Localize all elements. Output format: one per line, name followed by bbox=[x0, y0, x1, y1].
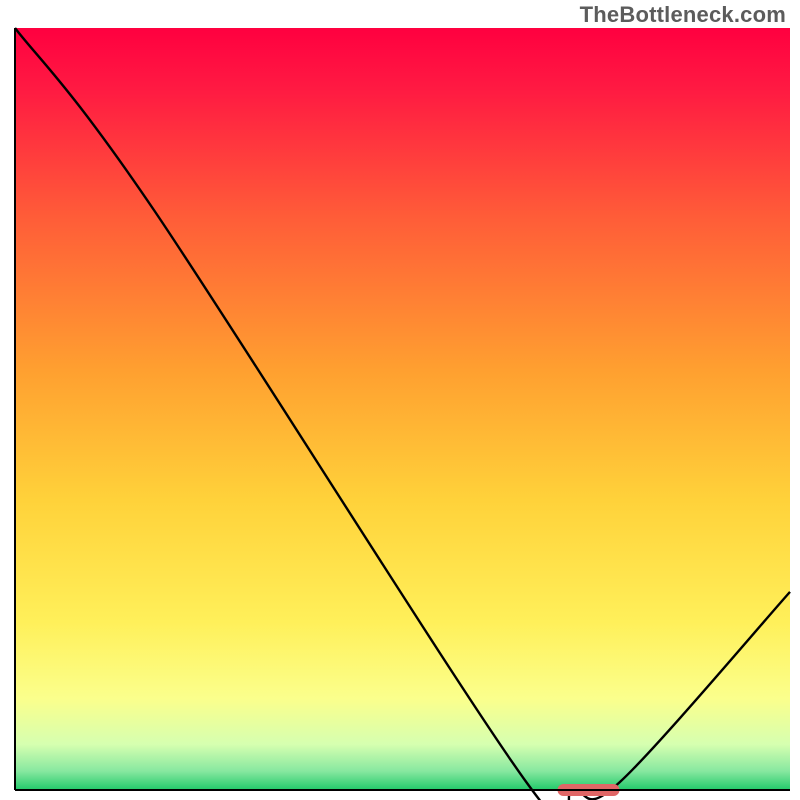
bottleneck-chart bbox=[0, 0, 800, 800]
plot-background bbox=[15, 28, 790, 790]
chart-container: { "watermark": "TheBottleneck.com", "cha… bbox=[0, 0, 800, 800]
